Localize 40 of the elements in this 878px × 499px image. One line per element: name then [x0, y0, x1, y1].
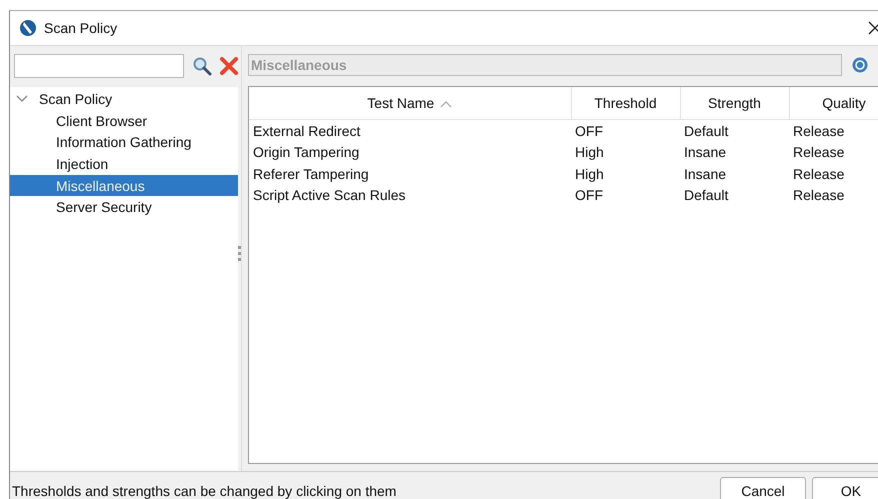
table-cell-text: Script Active Scan Rules — [252, 186, 407, 206]
search-icon[interactable] — [192, 56, 212, 76]
column-header[interactable]: Test Name — [249, 87, 571, 120]
table-cell[interactable]: OFF — [571, 120, 680, 142]
table-cell[interactable]: Default — [680, 184, 789, 206]
tree-item[interactable]: Injection — [10, 153, 238, 175]
status-text: Thresholds and strengths can be changed by clicking on them — [12, 483, 396, 499]
ok-button[interactable]: OK — [812, 477, 878, 499]
table-cell: External Redirect — [249, 120, 571, 142]
table-cell-text: Release — [792, 186, 846, 206]
window-title: Scan Policy — [44, 20, 118, 36]
clear-icon[interactable] — [220, 57, 238, 75]
splitter-grip-icon[interactable] — [238, 246, 241, 262]
column-header[interactable]: Strength — [680, 87, 789, 120]
tree-item[interactable]: Client Browser — [10, 110, 238, 132]
table-cell[interactable]: Insane — [680, 142, 789, 163]
table-cell[interactable]: Insane — [680, 163, 789, 184]
table-cell-text: Origin Tampering — [252, 143, 360, 162]
sort-ascending-icon — [440, 100, 452, 108]
table-cell-text: Release — [792, 143, 846, 162]
tree-item[interactable]: Miscellaneous — [10, 174, 238, 196]
table-cell: Release — [789, 120, 878, 142]
tree-item[interactable]: Information Gathering — [10, 131, 238, 154]
table-cell[interactable]: OFF — [571, 184, 680, 206]
table-cell[interactable]: Default — [680, 120, 789, 142]
panel-title: Miscellaneous — [248, 54, 842, 76]
expand-caret-icon[interactable] — [16, 94, 28, 103]
close-icon[interactable] — [868, 21, 878, 35]
help-icon[interactable] — [852, 57, 868, 73]
tree-item[interactable]: Scan Policy — [36, 90, 116, 107]
column-header[interactable]: Quality — [789, 87, 878, 120]
table-cell[interactable]: High — [571, 142, 680, 163]
tree-item[interactable]: Server Security — [10, 196, 238, 218]
cancel-button[interactable]: Cancel — [720, 477, 806, 499]
column-header[interactable]: Threshold — [571, 87, 680, 120]
table-cell[interactable]: High — [571, 163, 680, 184]
search-field[interactable] — [14, 54, 184, 78]
app-logo-icon — [19, 19, 37, 37]
table-cell-text: Referer Tampering — [252, 164, 370, 184]
table-cell-text: Release — [792, 164, 846, 184]
